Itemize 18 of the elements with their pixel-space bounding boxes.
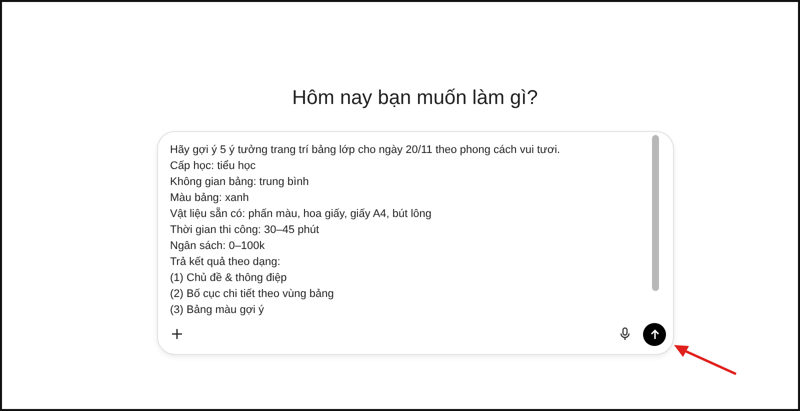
microphone-icon[interactable] (619, 326, 631, 342)
annotation-arrow (673, 343, 739, 377)
prompt-text-line: (2) Bố cục chi tiết theo vùng bảng (170, 287, 335, 302)
page-heading: Hôm nay bạn muốn làm gì? (291, 86, 539, 111)
prompt-text-line: Ngân sách: 0–100k (170, 239, 266, 254)
prompt-text-line: Không gian bảng: trung bình (170, 175, 310, 190)
prompt-text-line: (1) Chủ đề & thông điệp (170, 271, 288, 286)
prompt-text-line: Thời gian thi công: 30–45 phút (170, 223, 320, 238)
prompt-text-line: (3) Bảng màu gợi ý (170, 303, 266, 317)
prompt-text-line: Trả kết quả theo dạng: (170, 255, 282, 270)
prompt-text-line: Vật liệu sẵn có: phấn màu, hoa giấy, giấy A4, bút lông (170, 206, 433, 222)
send-button[interactable] (643, 322, 666, 346)
add-icon[interactable] (170, 327, 184, 341)
prompt-text-line: Hãy gợi ý 5 ý tưởng trang trí bảng lớp cho ngày 20/11 theo phong cách vui tươi. (170, 143, 562, 158)
prompt-text-line: Màu bảng: xanh (170, 191, 250, 206)
scrollbar-thumb[interactable] (652, 135, 659, 291)
up-arrow-icon (650, 328, 660, 340)
prompt-text-line: Cấp học: tiểu học (170, 159, 257, 174)
